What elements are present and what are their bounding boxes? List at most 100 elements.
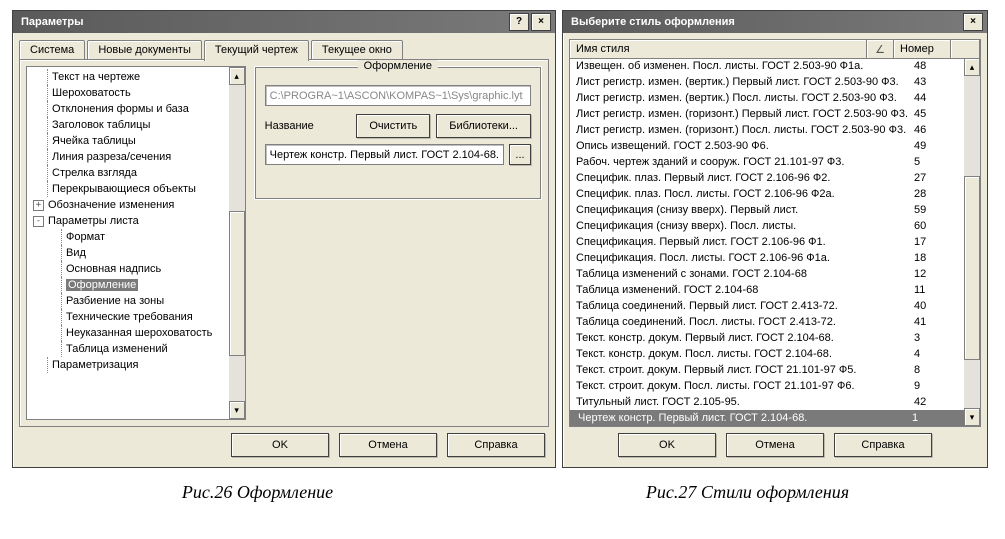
tree-item[interactable]: Неуказанная шероховатость — [33, 325, 243, 341]
list-row[interactable]: Спецификация. Первый лист. ГОСТ 2.106-96… — [570, 234, 964, 250]
libraries-button[interactable]: Библиотеки... — [436, 114, 531, 138]
tree-item[interactable]: Таблица изменений — [33, 341, 243, 357]
list-row[interactable]: Чертеж констр. Первый лист. ГОСТ 2.104-6… — [570, 410, 964, 426]
tree-scrollbar[interactable]: ▴ ▾ — [229, 67, 245, 419]
style-list[interactable]: Имя стиля ∠ Номер Извещен. об изменен. П… — [569, 39, 981, 427]
tree-item[interactable]: Вид — [33, 245, 243, 261]
close-icon[interactable]: × — [963, 13, 983, 31]
cell-number: 18 — [908, 252, 964, 264]
list-row[interactable]: Лист регистр. измен. (горизонт.) Первый … — [570, 106, 964, 122]
tab-0[interactable]: Система — [19, 40, 85, 60]
tree-item-label: Параметризация — [52, 359, 138, 371]
scroll-down-icon[interactable]: ▾ — [964, 408, 980, 426]
scroll-up-icon[interactable]: ▴ — [964, 58, 980, 76]
list-row[interactable]: Таблица изменений с зонами. ГОСТ 2.104-6… — [570, 266, 964, 282]
cell-number: 11 — [908, 284, 964, 296]
tab-1[interactable]: Новые документы — [87, 40, 202, 60]
list-row[interactable]: Специфик. плаз. Первый лист. ГОСТ 2.106-… — [570, 170, 964, 186]
style-name-field[interactable]: Чертеж констр. Первый лист. ГОСТ 2.104-6… — [265, 144, 504, 165]
browse-style-button[interactable]: ... — [509, 144, 531, 165]
cell-number: 41 — [908, 316, 964, 328]
column-number[interactable]: Номер — [894, 40, 951, 58]
tree-item[interactable]: Параметризация — [33, 357, 243, 373]
help-button[interactable]: Справка — [447, 433, 545, 457]
tree-item[interactable]: Формат — [33, 229, 243, 245]
ok-button[interactable]: OK — [618, 433, 716, 457]
tree-expand-icon[interactable]: - — [33, 216, 44, 227]
list-row[interactable]: Текст. констр. докум. Первый лист. ГОСТ … — [570, 330, 964, 346]
cell-style-name: Специфик. плаз. Первый лист. ГОСТ 2.106-… — [570, 172, 908, 184]
cell-number: 43 — [908, 76, 964, 88]
list-row[interactable]: Таблица изменений. ГОСТ 2.104-6811 — [570, 282, 964, 298]
cell-style-name: Рабоч. чертеж зданий и сооруж. ГОСТ 21.1… — [570, 156, 908, 168]
cell-style-name: Таблица соединений. Первый лист. ГОСТ 2.… — [570, 300, 908, 312]
tree-item[interactable]: Перекрывающиеся объекты — [33, 181, 243, 197]
ok-button[interactable]: OK — [231, 433, 329, 457]
scroll-up-icon[interactable]: ▴ — [229, 67, 245, 85]
tree-item-label: Вид — [66, 247, 86, 259]
help-icon[interactable]: ? — [509, 13, 529, 31]
scroll-down-icon[interactable]: ▾ — [229, 401, 245, 419]
cell-number: 42 — [908, 396, 964, 408]
list-row[interactable]: Текст. строит. докум. Посл. листы. ГОСТ … — [570, 378, 964, 394]
tree-expand-icon[interactable]: + — [33, 200, 44, 211]
cell-style-name: Спецификация. Посл. листы. ГОСТ 2.106-96… — [570, 252, 908, 264]
titlebar[interactable]: Выберите стиль оформления × — [563, 11, 987, 33]
list-row[interactable]: Лист регистр. измен. (вертик.) Посл. лис… — [570, 90, 964, 106]
list-row[interactable]: Лист регистр. измен. (горизонт.) Посл. л… — [570, 122, 964, 138]
tree-item[interactable]: Текст на чертеже — [33, 69, 243, 85]
tree-item-label: Обозначение изменения — [48, 199, 174, 211]
cell-number: 40 — [908, 300, 964, 312]
cell-number: 1 — [906, 412, 962, 424]
list-row[interactable]: Текст. констр. докум. Посл. листы. ГОСТ … — [570, 346, 964, 362]
tree-item[interactable]: Отклонения формы и база — [33, 101, 243, 117]
list-row[interactable]: Специфик. плаз. Посл. листы. ГОСТ 2.106-… — [570, 186, 964, 202]
list-row[interactable]: Спецификация (снизу вверх). Посл. листы.… — [570, 218, 964, 234]
list-row[interactable]: Опись извещений. ГОСТ 2.503-90 Ф6.49 — [570, 138, 964, 154]
tree-item[interactable]: -Параметры листа — [33, 213, 243, 229]
clear-button[interactable]: Очистить — [356, 114, 430, 138]
list-row[interactable]: Спецификация (снизу вверх). Первый лист.… — [570, 202, 964, 218]
cell-number: 5 — [908, 156, 964, 168]
column-style-name[interactable]: Имя стиля — [570, 40, 867, 58]
cell-number: 12 — [908, 268, 964, 280]
tab-strip: СистемаНовые документыТекущий чертежТеку… — [19, 39, 549, 60]
group-title: Оформление — [358, 60, 438, 72]
tab-3[interactable]: Текущее окно — [311, 40, 403, 60]
tree-item[interactable]: Основная надпись — [33, 261, 243, 277]
sort-indicator-icon[interactable]: ∠ — [867, 40, 894, 58]
list-row[interactable]: Рабоч. чертеж зданий и сооруж. ГОСТ 21.1… — [570, 154, 964, 170]
tree-item[interactable]: Шероховатость — [33, 85, 243, 101]
tree-item[interactable]: Разбиение на зоны — [33, 293, 243, 309]
cell-number: 3 — [908, 332, 964, 344]
tree-item[interactable]: Технические требования — [33, 309, 243, 325]
tree-item[interactable]: Оформление — [33, 277, 243, 293]
list-row[interactable]: Таблица соединений. Посл. листы. ГОСТ 2.… — [570, 314, 964, 330]
titlebar[interactable]: Параметры ? × — [13, 11, 555, 33]
list-row[interactable]: Спецификация. Посл. листы. ГОСТ 2.106-96… — [570, 250, 964, 266]
list-row[interactable]: Лист регистр. измен. (вертик.) Первый ли… — [570, 74, 964, 90]
list-scrollbar[interactable]: ▴ ▾ — [964, 58, 980, 426]
tree-item[interactable]: Стрелка взгляда — [33, 165, 243, 181]
cell-style-name: Лист регистр. измен. (горизонт.) Посл. л… — [570, 124, 908, 136]
tree-item[interactable]: Ячейка таблицы — [33, 133, 243, 149]
list-row[interactable]: Извещен. об изменен. Посл. листы. ГОСТ 2… — [570, 58, 964, 74]
cell-number: 9 — [908, 380, 964, 392]
tab-2[interactable]: Текущий чертеж — [204, 40, 309, 61]
cancel-button[interactable]: Отмена — [726, 433, 824, 457]
scroll-thumb[interactable] — [229, 211, 245, 355]
tree-item-label: Стрелка взгляда — [52, 167, 137, 179]
tree-item[interactable]: + Обозначение изменения — [33, 197, 243, 213]
tree-item[interactable]: Линия разреза/сечения — [33, 149, 243, 165]
list-row[interactable]: Таблица соединений. Первый лист. ГОСТ 2.… — [570, 298, 964, 314]
cell-style-name: Титульный лист. ГОСТ 2.105-95. — [570, 396, 908, 408]
close-icon[interactable]: × — [531, 13, 551, 31]
list-row[interactable]: Текст. строит. докум. Первый лист. ГОСТ … — [570, 362, 964, 378]
cancel-button[interactable]: Отмена — [339, 433, 437, 457]
tree-item[interactable]: Заголовок таблицы — [33, 117, 243, 133]
help-button[interactable]: Справка — [834, 433, 932, 457]
scroll-thumb[interactable] — [964, 176, 980, 361]
list-row[interactable]: Титульный лист. ГОСТ 2.105-95.42 — [570, 394, 964, 410]
settings-tree[interactable]: Текст на чертежеШероховатостьОтклонения … — [26, 66, 246, 420]
cell-number: 27 — [908, 172, 964, 184]
